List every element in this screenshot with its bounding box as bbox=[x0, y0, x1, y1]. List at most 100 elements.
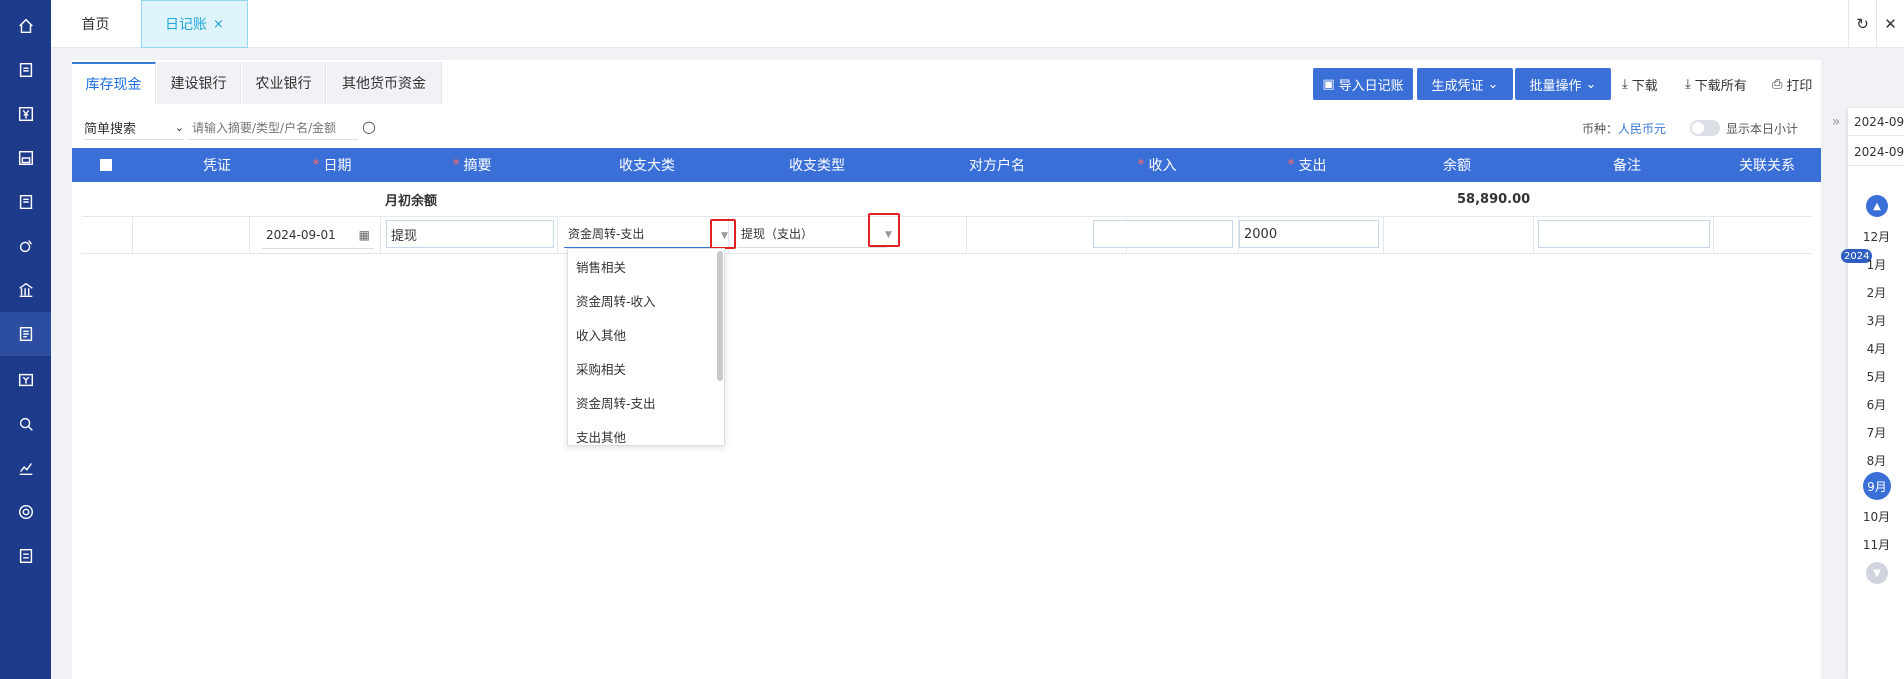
col-relation: 关联关系 bbox=[1712, 148, 1822, 182]
dropdown-scrollbar[interactable] bbox=[717, 251, 723, 381]
dropdown-option[interactable]: 资金周转-收入 bbox=[568, 283, 724, 317]
month-item[interactable]: 12月 bbox=[1848, 228, 1904, 245]
col-date-label: 日期 bbox=[323, 158, 352, 174]
gear-icon[interactable] bbox=[0, 492, 51, 532]
search-mode-label: 简单搜索 bbox=[84, 122, 137, 137]
col-summary: * 摘要 bbox=[392, 148, 552, 182]
expand-panel-icon[interactable]: » bbox=[1827, 108, 1845, 136]
tab-other-funds[interactable]: 其他货币资金 bbox=[327, 62, 442, 104]
required-mark: * bbox=[1287, 157, 1295, 173]
generate-voucher-button[interactable]: 生成凭证 ⌄ bbox=[1417, 68, 1513, 100]
download-all-label: 下载所有 bbox=[1694, 78, 1747, 94]
required-mark: * bbox=[452, 157, 460, 173]
currency-value[interactable]: 人民币元 bbox=[1618, 122, 1666, 136]
summary-input[interactable]: 提现 bbox=[386, 220, 554, 248]
highlight-box bbox=[868, 213, 900, 247]
close-all-icon[interactable]: ✕ bbox=[1876, 0, 1904, 48]
month-item[interactable]: 7月 bbox=[1848, 424, 1904, 441]
import-diary-button[interactable]: ▣ 导入日记账 bbox=[1313, 68, 1413, 100]
import-label: 导入日记账 bbox=[1338, 78, 1404, 94]
tab-home[interactable]: 首页 bbox=[51, 0, 140, 48]
search-input[interactable] bbox=[188, 116, 358, 140]
month-item-active[interactable]: 9月 bbox=[1863, 472, 1891, 500]
col-summary-label: 摘要 bbox=[463, 158, 492, 174]
date-to-value: 2024-09 bbox=[1854, 144, 1904, 159]
refresh-glyph: ↻ bbox=[1856, 15, 1869, 33]
col-date: * 日期 bbox=[272, 148, 392, 182]
print-button[interactable]: ⎙ 打印 bbox=[1772, 68, 1812, 100]
import-icon: ▣ bbox=[1322, 76, 1335, 92]
col-income-label: 收入 bbox=[1148, 158, 1177, 174]
note-cell bbox=[1534, 217, 1714, 253]
scroll-down-icon[interactable]: ▼ bbox=[1866, 562, 1888, 584]
type-select[interactable]: 提现（支出） bbox=[737, 220, 887, 248]
category-value: 资金周转-支出 bbox=[568, 227, 645, 241]
month-item[interactable]: 1月 bbox=[1848, 256, 1904, 273]
daily-subtotal-toggle[interactable] bbox=[1690, 120, 1720, 136]
tab-diary-label: 日记账 bbox=[165, 17, 208, 33]
ledger-icon[interactable] bbox=[0, 312, 51, 356]
home-icon[interactable] bbox=[0, 6, 51, 46]
download-label: 下载 bbox=[1631, 78, 1658, 94]
building-icon[interactable] bbox=[0, 270, 51, 310]
voucher-label: 生成凭证 bbox=[1431, 78, 1484, 94]
select-all-checkbox[interactable] bbox=[100, 159, 112, 171]
month-item[interactable]: 5月 bbox=[1848, 368, 1904, 385]
tab-cash[interactable]: 库存现金 bbox=[72, 62, 156, 104]
dropdown-option[interactable]: 销售相关 bbox=[568, 249, 724, 283]
save-icon[interactable] bbox=[0, 138, 51, 178]
month-item[interactable]: 10月 bbox=[1848, 508, 1904, 525]
scroll-up-icon[interactable]: ▲ bbox=[1866, 195, 1888, 217]
required-mark: * bbox=[312, 157, 320, 173]
search-mode-select[interactable]: 简单搜索 ⌄ bbox=[84, 116, 184, 140]
col-balance: 余额 bbox=[1392, 148, 1522, 182]
main-panel: 库存现金 建设银行 农业银行 其他货币资金 ▣ 导入日记账 生成凭证 ⌄ 批量操作 ⌄… bbox=[72, 60, 1821, 679]
date-panel: 2024-09 2024-09 ▲ 12月 2024 1月 2月 3月 4月 5… bbox=[1841, 108, 1904, 679]
date-from-value: 2024-09 bbox=[1854, 114, 1904, 129]
daily-subtotal-label: 显示本日小计 bbox=[1726, 122, 1799, 136]
download-all-button[interactable]: ⤓ 下载所有 bbox=[1685, 68, 1747, 100]
tab-ccb[interactable]: 建设银行 bbox=[157, 62, 241, 104]
month-item[interactable]: 4月 bbox=[1848, 340, 1904, 357]
dropdown-option[interactable]: 资金周转-支出 bbox=[568, 385, 724, 419]
month-item[interactable]: 2月 bbox=[1848, 284, 1904, 301]
month-item[interactable]: 8月 bbox=[1848, 452, 1904, 469]
top-tab-bar: 首页 日记账 × ↻ ✕ bbox=[51, 0, 1904, 48]
tab-other-funds-label: 其他货币资金 bbox=[342, 76, 426, 92]
yen-icon[interactable] bbox=[0, 94, 51, 134]
date-input[interactable]: 2024-09-01 ▦ bbox=[262, 221, 374, 249]
date-to[interactable]: 2024-09 bbox=[1848, 138, 1904, 166]
chevron-down-icon: ⌄ bbox=[1585, 76, 1597, 92]
col-type-label: 收支类型 bbox=[789, 158, 845, 174]
col-relation-label: 关联关系 bbox=[1739, 158, 1795, 174]
chart-icon[interactable] bbox=[0, 448, 51, 488]
edit-row: 2024-09-01 ▦ 提现 资金周转-支出 ▼ 提现（支出） ▼ 2000 bbox=[82, 213, 1812, 254]
tab-diary[interactable]: 日记账 × bbox=[141, 0, 248, 48]
batch-operation-button[interactable]: 批量操作 ⌄ bbox=[1515, 68, 1611, 100]
dropdown-option[interactable]: 支出其他 bbox=[568, 419, 724, 445]
close-tab-icon[interactable]: × bbox=[213, 17, 224, 32]
download-button[interactable]: ⤓ 下载 bbox=[1622, 68, 1658, 100]
category-select[interactable]: 资金周转-支出 bbox=[564, 220, 724, 248]
month-item[interactable]: 11月 bbox=[1848, 536, 1904, 553]
col-note-label: 备注 bbox=[1613, 158, 1641, 174]
date-from[interactable]: 2024-09 bbox=[1848, 108, 1904, 136]
month-item[interactable]: 6月 bbox=[1848, 396, 1904, 413]
col-category: 收支大类 bbox=[562, 148, 732, 182]
book-icon[interactable] bbox=[0, 182, 51, 222]
tab-abc[interactable]: 农业银行 bbox=[242, 62, 326, 104]
dropdown-option[interactable]: 收入其他 bbox=[568, 317, 724, 351]
col-category-label: 收支大类 bbox=[619, 158, 675, 174]
refresh-icon[interactable]: ↻ bbox=[1848, 0, 1876, 48]
calendar-icon[interactable]: ▦ bbox=[359, 228, 370, 242]
dropdown-option[interactable]: 采购相关 bbox=[568, 351, 724, 385]
report-icon[interactable] bbox=[0, 536, 51, 576]
invoice-icon[interactable] bbox=[0, 360, 51, 400]
search-icon[interactable]: ○ bbox=[362, 117, 376, 136]
income-cell bbox=[1087, 217, 1239, 253]
edit-icon[interactable] bbox=[0, 50, 51, 90]
expense-cell bbox=[1232, 217, 1384, 253]
money-bag-icon[interactable] bbox=[0, 226, 51, 266]
month-item[interactable]: 3月 bbox=[1848, 312, 1904, 329]
search-user-icon[interactable] bbox=[0, 404, 51, 444]
